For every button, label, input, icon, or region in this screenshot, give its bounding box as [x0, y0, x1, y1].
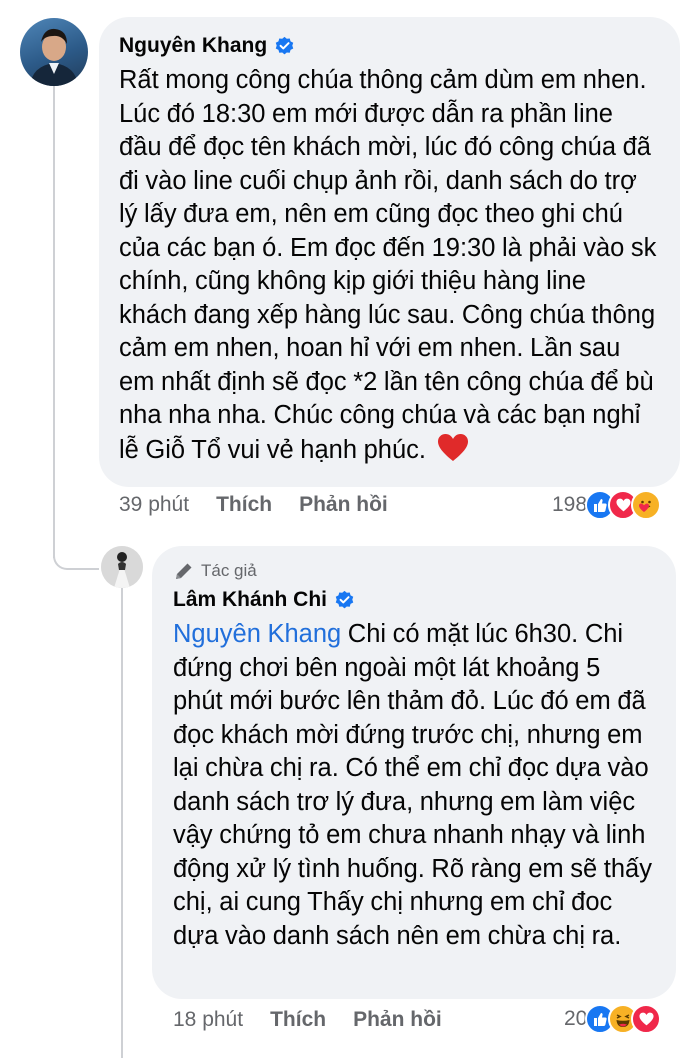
comment-text: Rất mong công chúa thông cảm dùm em nhen… — [119, 66, 657, 464]
reaction-summary[interactable]: 20 — [564, 1004, 662, 1034]
comment-author[interactable]: Lâm Khánh Chi — [173, 588, 327, 612]
mention-link[interactable]: Nguyên Khang — [173, 620, 341, 648]
thread-line-reply — [121, 588, 123, 1058]
comment-actions: 39 phút Thích Phản hồi — [119, 493, 415, 517]
avatar[interactable] — [101, 546, 143, 588]
thread-line-curve — [53, 556, 99, 570]
profile-photo-icon — [30, 28, 78, 86]
author-badge: Tác giả — [173, 560, 656, 582]
like-button[interactable]: Thích — [216, 493, 272, 517]
comment-timestamp[interactable]: 39 phút — [119, 493, 189, 517]
reaction-count: 20 — [564, 1007, 588, 1030]
reaction-count: 198 — [552, 493, 588, 516]
care-icon — [631, 490, 662, 520]
love-icon — [631, 1004, 662, 1034]
pencil-icon — [176, 563, 192, 579]
reaction-summary[interactable]: 198 — [552, 490, 662, 520]
comment-actions: 18 phút Thích Phản hồi — [173, 1008, 469, 1032]
avatar[interactable] — [20, 18, 88, 86]
comment-bubble: Tác giả Lâm Khánh Chi Nguyên Khang Chi c… — [152, 546, 676, 999]
heart-emoji-icon — [437, 433, 469, 472]
verified-badge-icon — [335, 590, 354, 608]
verified-badge-icon — [275, 36, 294, 54]
thread-line-vertical — [53, 86, 55, 558]
reply-button[interactable]: Phản hồi — [299, 493, 388, 517]
like-button[interactable]: Thích — [270, 1008, 326, 1032]
comment-text: Chi có mặt lúc 6h30. Chi đứng chơi bên n… — [173, 620, 652, 950]
comment-timestamp[interactable]: 18 phút — [173, 1008, 243, 1032]
comment-bubble: Nguyên Khang Rất mong công chúa thông cả… — [99, 17, 680, 487]
profile-photo-icon — [101, 546, 143, 588]
author-badge-label: Tác giả — [201, 561, 257, 580]
comment-author[interactable]: Nguyên Khang — [119, 34, 267, 58]
reply-button[interactable]: Phản hồi — [353, 1008, 442, 1032]
